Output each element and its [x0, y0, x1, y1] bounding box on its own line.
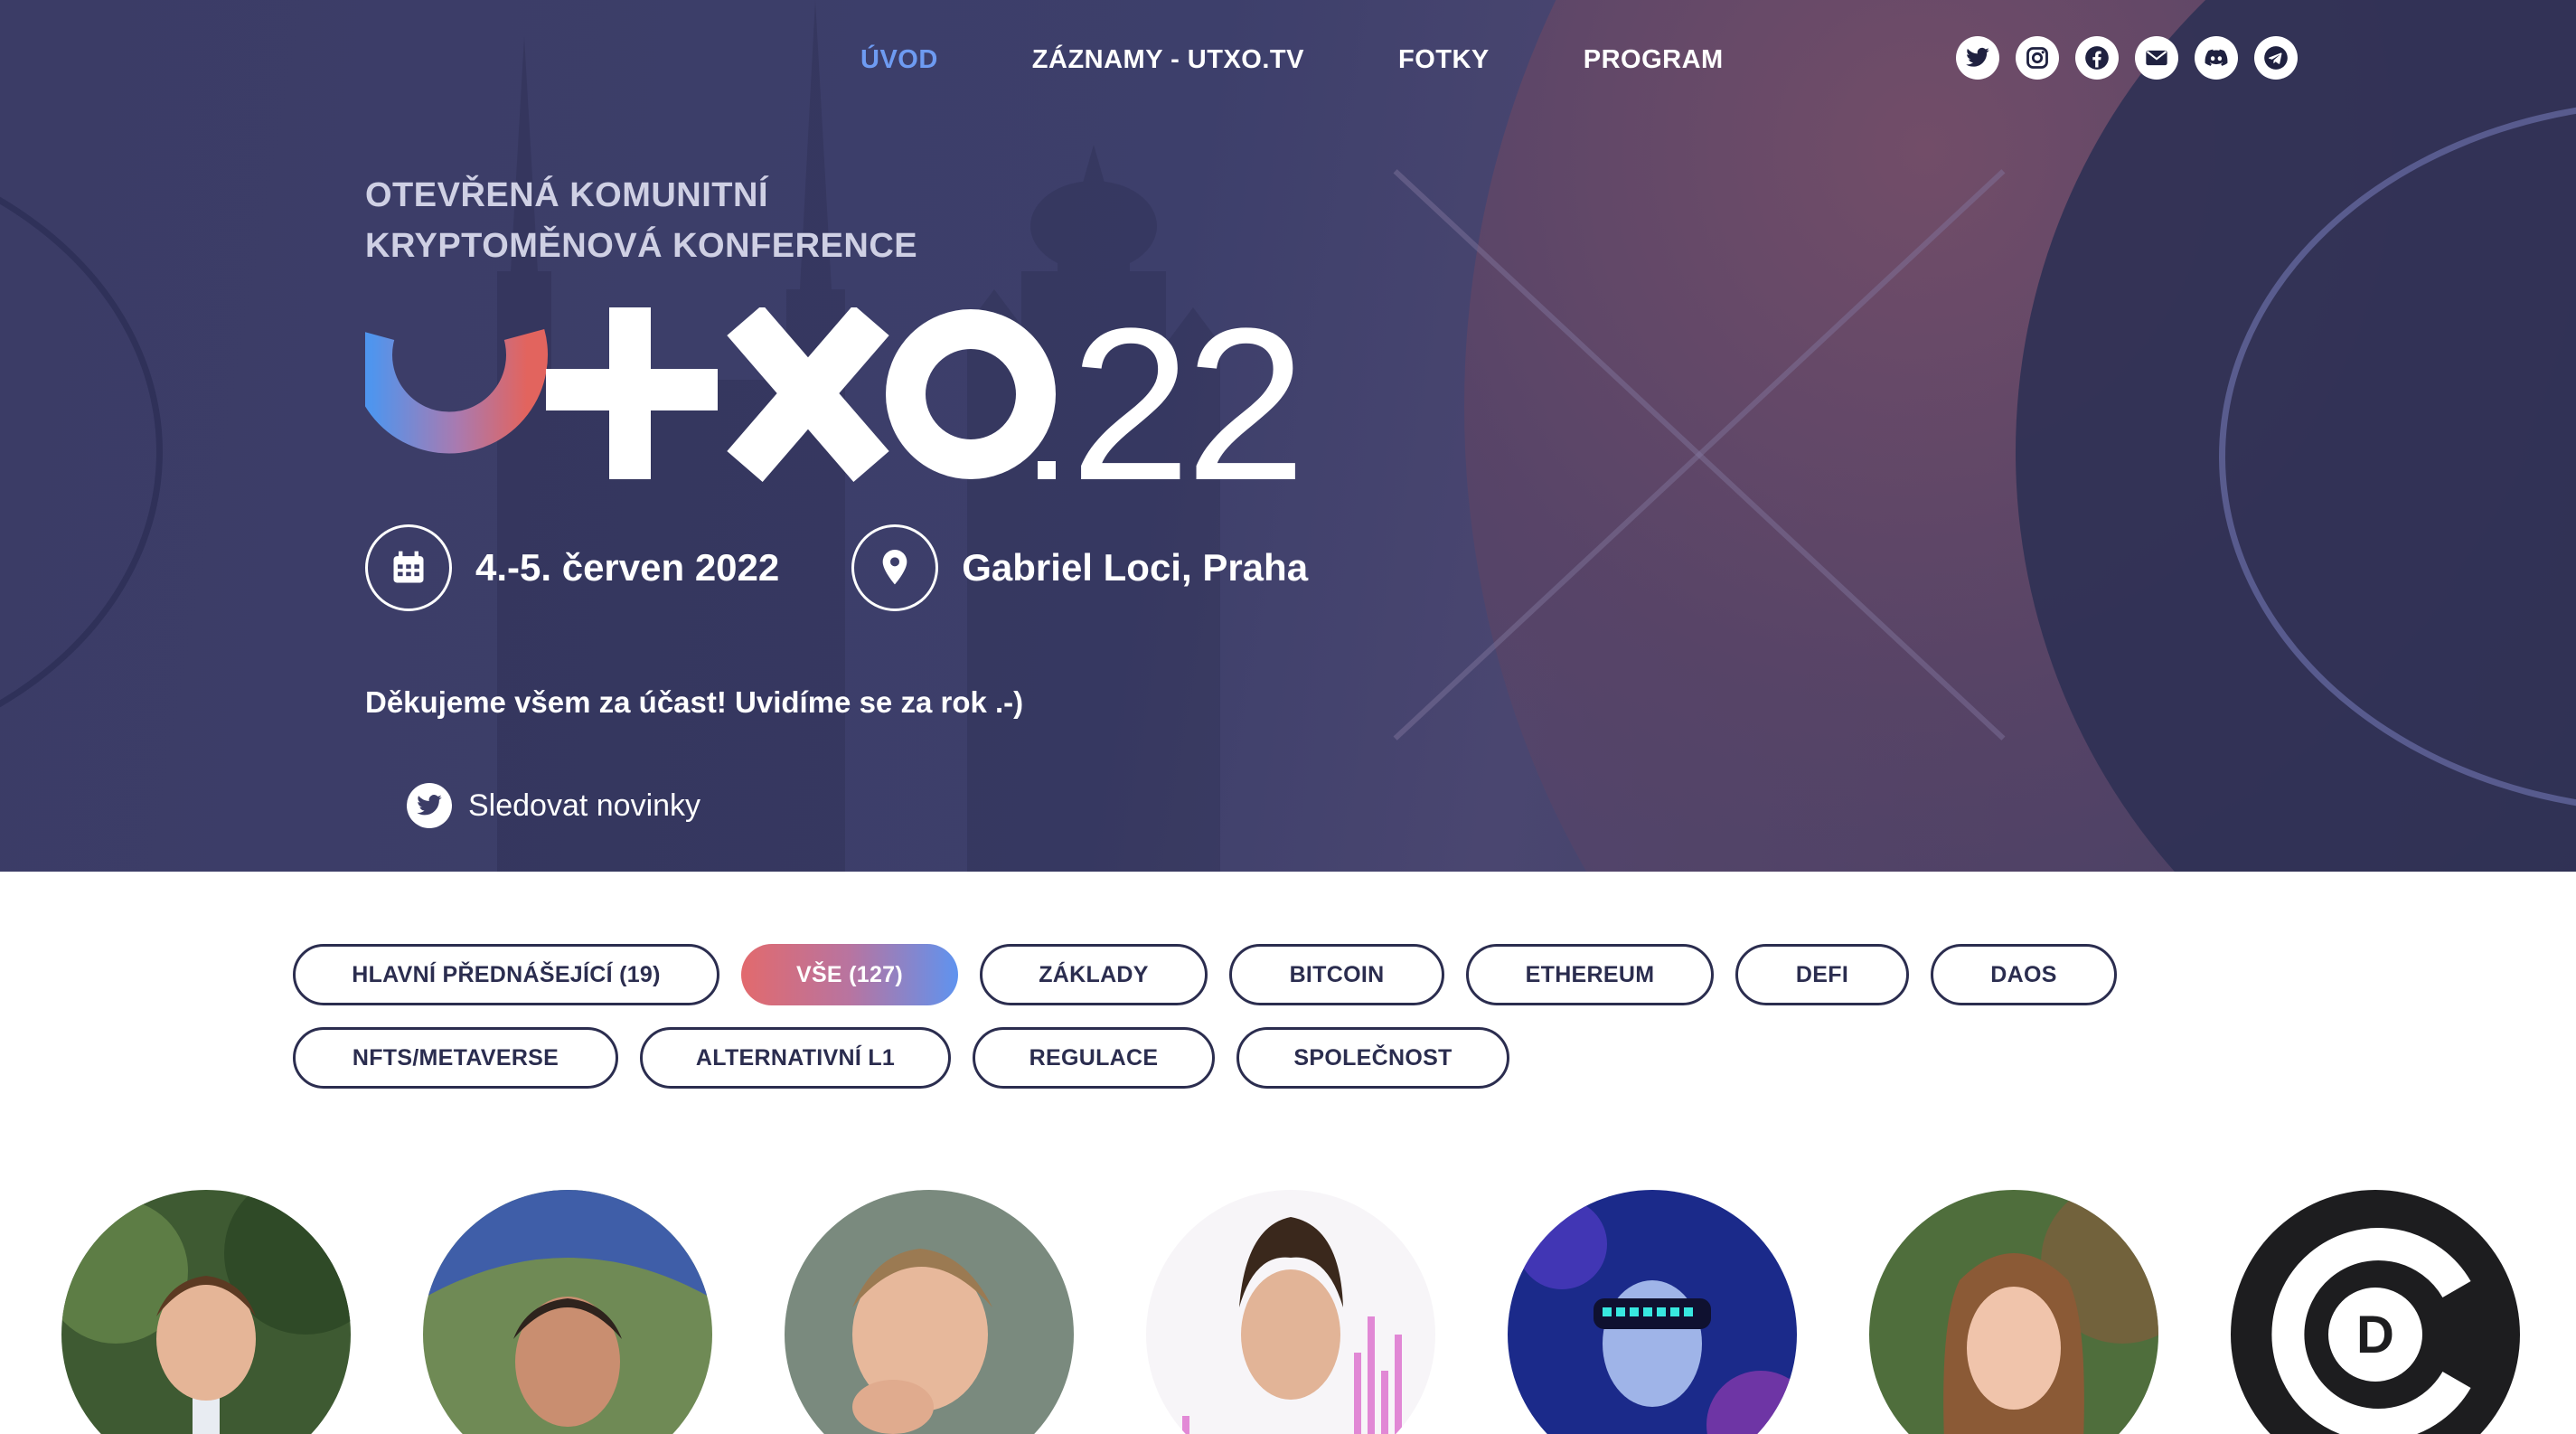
- filter-daos[interactable]: DAOS: [1931, 944, 2117, 1005]
- filter-bitcoin[interactable]: BITCOIN: [1229, 944, 1444, 1005]
- speaker-avatar[interactable]: [1869, 1190, 2158, 1434]
- speaker-avatar[interactable]: [423, 1190, 712, 1434]
- filter-ethereum[interactable]: ETHEREUM: [1466, 944, 1714, 1005]
- speaker-avatar-logo[interactable]: D: [2231, 1190, 2520, 1434]
- email-icon[interactable]: [2135, 36, 2178, 80]
- speaker-grid: D: [61, 1190, 2576, 1434]
- speaker-avatar[interactable]: [1508, 1190, 1797, 1434]
- event-meta: 4.-5. červen 2022 Gabriel Loci, Praha: [365, 524, 1308, 611]
- telegram-icon[interactable]: [2254, 36, 2298, 80]
- logo-letter: D: [2356, 1306, 2394, 1364]
- discord-icon[interactable]: [2195, 36, 2238, 80]
- filter-spolecnost[interactable]: SPOLEČNOST: [1236, 1027, 1509, 1089]
- hero-subtitle: OTEVŘENÁ KOMUNITNÍ KRYPTOMĚNOVÁ KONFEREN…: [365, 170, 917, 271]
- filter-zaklady[interactable]: ZÁKLADY: [980, 944, 1208, 1005]
- social-links: [1956, 36, 2298, 80]
- hero-ring-decoration-left: [0, 136, 163, 769]
- speaker-avatar[interactable]: [61, 1190, 351, 1434]
- filter-defi[interactable]: DEFI: [1735, 944, 1909, 1005]
- filter-hlavni-prednasejici[interactable]: HLAVNÍ PŘEDNÁŠEJÍCÍ (19): [293, 944, 719, 1005]
- event-date: 4.-5. červen 2022: [475, 546, 780, 589]
- hero-subtitle-line2: KRYPTOMĚNOVÁ KONFERENCE: [365, 227, 918, 265]
- nav-item-fotky[interactable]: FOTKY: [1398, 40, 1490, 80]
- follow-news-label: Sledovat novinky: [468, 788, 701, 823]
- speaker-avatar[interactable]: [785, 1190, 1074, 1434]
- nav-item-program[interactable]: PROGRAM: [1584, 40, 1724, 80]
- follow-news-link[interactable]: Sledovat novinky: [407, 783, 700, 828]
- nav-item-zaznamy[interactable]: ZÁZNAMY - UTXO.TV: [1032, 40, 1304, 80]
- event-location: Gabriel Loci, Praha: [962, 546, 1309, 589]
- filter-nfts-metaverse[interactable]: NFTS/METAVERSE: [293, 1027, 618, 1089]
- calendar-icon: [365, 524, 452, 611]
- hero-subtitle-line1: OTEVŘENÁ KOMUNITNÍ: [365, 176, 768, 214]
- instagram-icon[interactable]: [2016, 36, 2059, 80]
- twitter-icon: [407, 783, 452, 828]
- filter-row: HLAVNÍ PŘEDNÁŠEJÍCÍ (19) VŠE (127) ZÁKLA…: [293, 944, 2191, 1005]
- twitter-icon[interactable]: [1956, 36, 1999, 80]
- filter-regulace[interactable]: REGULACE: [973, 1027, 1215, 1089]
- filter-alternativni-l1[interactable]: ALTERNATIVNÍ L1: [640, 1027, 951, 1089]
- filter-row: NFTS/METAVERSE ALTERNATIVNÍ L1 REGULACE …: [293, 1027, 2191, 1089]
- filter-vse[interactable]: VŠE (127): [741, 944, 958, 1005]
- main-nav: ÚVOD ZÁZNAMY - UTXO.TV FOTKY PROGRAM: [860, 40, 1818, 80]
- utxo-logo: 22: [365, 307, 1306, 488]
- nav-item-uvod[interactable]: ÚVOD: [860, 40, 938, 80]
- hero-section: ÚVOD ZÁZNAMY - UTXO.TV FOTKY PROGRAM OTE…: [0, 0, 2576, 872]
- svg-text:22: 22: [1070, 307, 1301, 488]
- map-pin-icon: [851, 524, 939, 611]
- thanks-message: Děkujeme všem za účast! Uvidíme se za ro…: [365, 685, 1024, 719]
- speaker-avatar[interactable]: [1146, 1190, 1435, 1434]
- facebook-icon[interactable]: [2075, 36, 2119, 80]
- speaker-filters: HLAVNÍ PŘEDNÁŠEJÍCÍ (19) VŠE (127) ZÁKLA…: [293, 944, 2191, 1110]
